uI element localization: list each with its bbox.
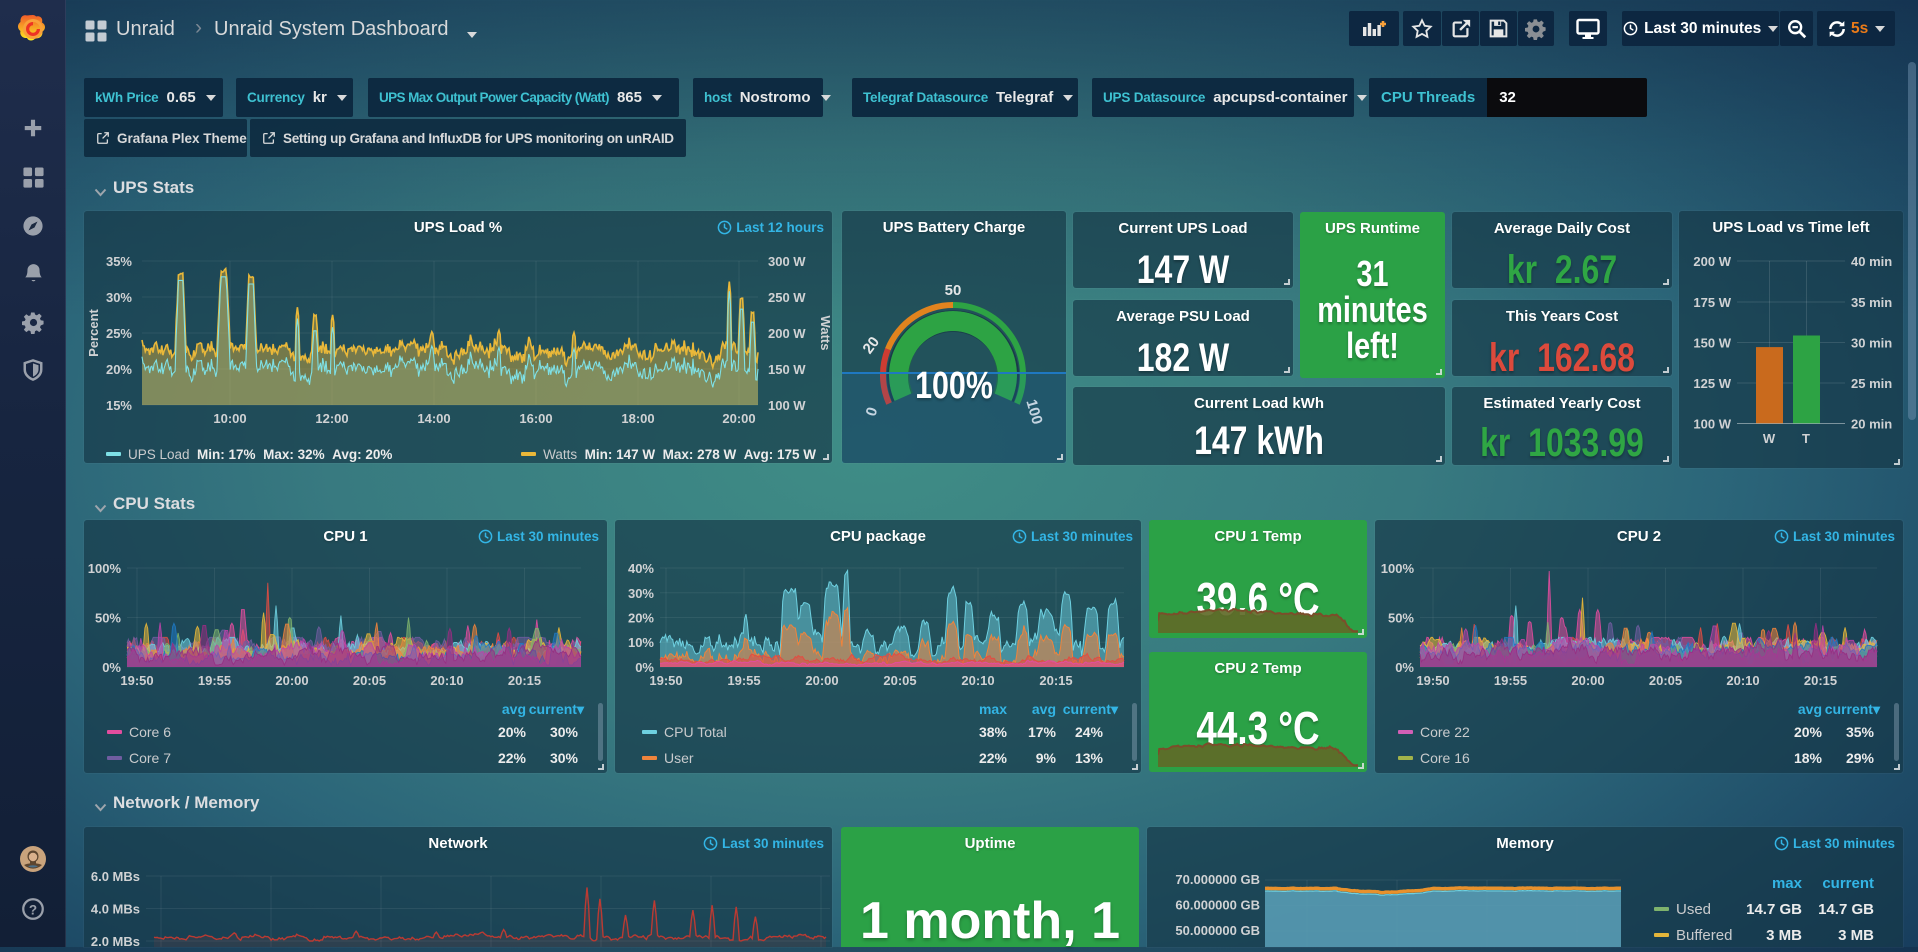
svg-text:19:55: 19:55 (198, 673, 231, 688)
svg-text:?: ? (29, 902, 37, 917)
svg-text:70.000000 GB: 70.000000 GB (1175, 872, 1260, 887)
svg-text:50%: 50% (95, 611, 121, 626)
svg-text:20:00: 20:00 (275, 673, 308, 688)
svg-text:20:10: 20:10 (1726, 673, 1759, 688)
svg-text:30%: 30% (628, 586, 654, 601)
svg-text:30 min: 30 min (1851, 336, 1892, 351)
svg-text:20:05: 20:05 (1649, 673, 1682, 688)
svg-text:50: 50 (945, 282, 962, 299)
svg-text:20:05: 20:05 (883, 673, 916, 688)
svg-text:125 W: 125 W (1693, 376, 1731, 391)
svg-text:16:00: 16:00 (519, 411, 552, 426)
svg-text:20:15: 20:15 (1039, 673, 1072, 688)
svg-text:W: W (1763, 431, 1776, 446)
svg-text:20%: 20% (106, 362, 132, 377)
svg-text:100%: 100% (88, 561, 122, 576)
svg-text:Percent: Percent (86, 308, 101, 356)
svg-text:20:00: 20:00 (805, 673, 838, 688)
svg-text:250 W: 250 W (768, 290, 806, 305)
svg-text:18:00: 18:00 (621, 411, 654, 426)
svg-text:20:00: 20:00 (1571, 673, 1604, 688)
svg-text:20%: 20% (628, 611, 654, 626)
svg-text:200 W: 200 W (768, 326, 806, 341)
svg-text:150 W: 150 W (1693, 336, 1731, 351)
svg-text:2.0 MBs: 2.0 MBs (91, 934, 140, 947)
svg-text:50%: 50% (1388, 611, 1414, 626)
svg-text:60.000000 GB: 60.000000 GB (1175, 898, 1260, 913)
svg-text:25%: 25% (106, 326, 132, 341)
svg-text:10%: 10% (628, 635, 654, 650)
svg-text:0%: 0% (102, 660, 121, 675)
svg-text:20:05: 20:05 (353, 673, 386, 688)
svg-text:4.0 MBs: 4.0 MBs (91, 902, 140, 917)
svg-text:19:55: 19:55 (727, 673, 760, 688)
svg-text:25 min: 25 min (1851, 376, 1892, 391)
svg-text:15%: 15% (106, 398, 132, 413)
svg-text:20 min: 20 min (1851, 417, 1892, 432)
svg-text:200 W: 200 W (1693, 254, 1731, 269)
svg-text:40%: 40% (628, 561, 654, 576)
svg-text:35 min: 35 min (1851, 295, 1892, 310)
svg-text:40 min: 40 min (1851, 254, 1892, 269)
svg-text:19:50: 19:50 (1416, 673, 1449, 688)
svg-text:0%: 0% (1395, 660, 1414, 675)
svg-text:10:00: 10:00 (213, 411, 246, 426)
svg-text:100%: 100% (1381, 561, 1415, 576)
svg-text:30%: 30% (106, 290, 132, 305)
svg-text:100 W: 100 W (1693, 417, 1731, 432)
svg-text:19:50: 19:50 (649, 673, 682, 688)
svg-text:T: T (1802, 431, 1810, 446)
svg-text:20:00: 20:00 (722, 411, 755, 426)
svg-text:20:15: 20:15 (508, 673, 541, 688)
svg-text:20: 20 (859, 334, 883, 358)
svg-text:20:15: 20:15 (1804, 673, 1837, 688)
svg-text:12:00: 12:00 (315, 411, 348, 426)
svg-text:20:10: 20:10 (961, 673, 994, 688)
svg-text:175 W: 175 W (1693, 295, 1731, 310)
svg-text:50.000000 GB: 50.000000 GB (1175, 923, 1260, 938)
svg-text:20:10: 20:10 (430, 673, 463, 688)
svg-text:14:00: 14:00 (417, 411, 450, 426)
svg-text:19:50: 19:50 (120, 673, 153, 688)
svg-text:Watts: Watts (818, 316, 832, 351)
svg-text:6.0 MBs: 6.0 MBs (91, 869, 140, 884)
svg-text:300 W: 300 W (768, 254, 806, 269)
svg-text:150 W: 150 W (768, 362, 806, 377)
svg-text:19:55: 19:55 (1494, 673, 1527, 688)
svg-text:100 W: 100 W (768, 398, 806, 413)
svg-text:35%: 35% (106, 254, 132, 269)
